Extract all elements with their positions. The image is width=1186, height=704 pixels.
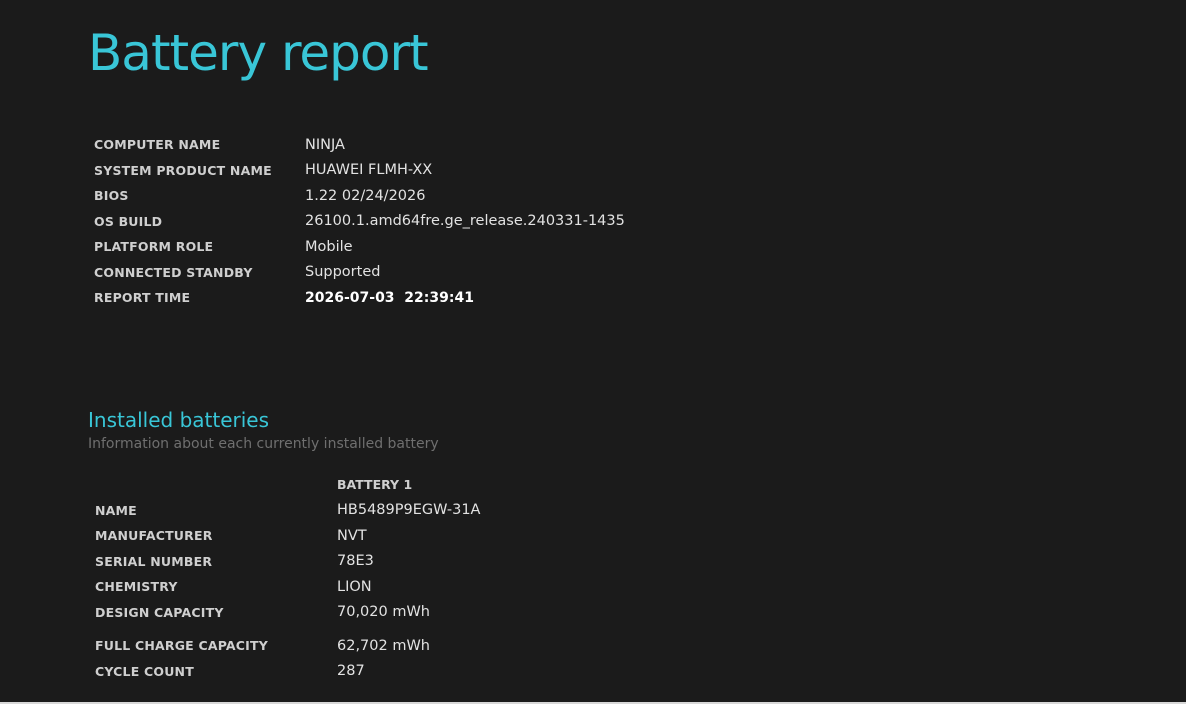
info-label: BIOS (94, 188, 129, 204)
info-label: CONNECTED STANDBY (94, 264, 253, 280)
info-row-connected-standby: CONNECTED STANDBY Supported (94, 260, 625, 286)
battery-header-spacer (95, 472, 337, 498)
battery-label: FULL CHARGE CAPACITY (95, 638, 268, 654)
page-title: Battery report (88, 24, 429, 82)
battery-label: NAME (95, 502, 137, 518)
battery-label: CHEMISTRY (95, 579, 178, 595)
battery-label: MANUFACTURER (95, 528, 213, 544)
battery-value: 62,702 mWh (337, 637, 430, 654)
installed-batteries-subtitle: Information about each currently install… (88, 436, 439, 452)
battery-table: BATTERY 1 NAME HB5489P9EGW-31A MANUFACTU… (95, 472, 480, 684)
battery-value: 78E3 (337, 553, 374, 570)
info-label: PLATFORM ROLE (94, 239, 214, 255)
battery-label: CYCLE COUNT (95, 663, 194, 679)
info-value: 1.22 02/24/2026 (305, 187, 426, 204)
info-label: REPORT TIME (94, 290, 191, 306)
battery-column-header: BATTERY 1 (337, 477, 413, 493)
info-value: NINJA (305, 136, 345, 153)
system-info-table: COMPUTER NAME NINJA SYSTEM PRODUCT NAME … (94, 132, 625, 311)
installed-batteries-heading: Installed batteries (88, 408, 270, 432)
battery-value: NVT (337, 527, 367, 544)
battery-label: DESIGN CAPACITY (95, 604, 224, 620)
battery-row-name: NAME HB5489P9EGW-31A (95, 498, 480, 524)
info-row-report-time: REPORT TIME 2026-07-03 22:39:41 (94, 285, 625, 311)
battery-row-gap (95, 625, 480, 633)
gap-cell (95, 625, 337, 633)
info-label: COMPUTER NAME (94, 137, 221, 153)
info-row-computer-name: COMPUTER NAME NINJA (94, 132, 625, 158)
battery-row-manufacturer: MANUFACTURER NVT (95, 523, 480, 549)
info-value: 2026-07-03 22:39:41 (305, 289, 474, 306)
battery-value: 287 (337, 663, 365, 680)
info-row-os-build: OS BUILD 26100.1.amd64fre.ge_release.240… (94, 209, 625, 235)
info-value: HUAWEI FLMH-XX (305, 162, 433, 179)
info-row-system-product-name: SYSTEM PRODUCT NAME HUAWEI FLMH-XX (94, 158, 625, 184)
battery-value: HB5489P9EGW-31A (337, 502, 481, 519)
info-label: OS BUILD (94, 213, 163, 229)
info-label: SYSTEM PRODUCT NAME (94, 162, 272, 178)
info-value: 26100.1.amd64fre.ge_release.240331-1435 (305, 213, 625, 230)
battery-value: LION (337, 578, 372, 595)
battery-header-row: BATTERY 1 (95, 472, 480, 498)
info-value: Mobile (305, 238, 353, 255)
info-row-platform-role: PLATFORM ROLE Mobile (94, 234, 625, 260)
battery-row-cycle-count: CYCLE COUNT 287 (95, 659, 480, 685)
battery-row-full-charge-capacity: FULL CHARGE CAPACITY 62,702 mWh (95, 633, 480, 659)
battery-value: 70,020 mWh (337, 604, 430, 621)
battery-label: SERIAL NUMBER (95, 553, 213, 569)
battery-row-chemistry: CHEMISTRY LION (95, 574, 480, 600)
info-row-bios: BIOS 1.22 02/24/2026 (94, 183, 625, 209)
battery-row-serial-number: SERIAL NUMBER 78E3 (95, 549, 480, 575)
info-value: Supported (305, 264, 381, 281)
gap-cell (337, 625, 480, 633)
battery-row-design-capacity: DESIGN CAPACITY 70,020 mWh (95, 600, 480, 626)
